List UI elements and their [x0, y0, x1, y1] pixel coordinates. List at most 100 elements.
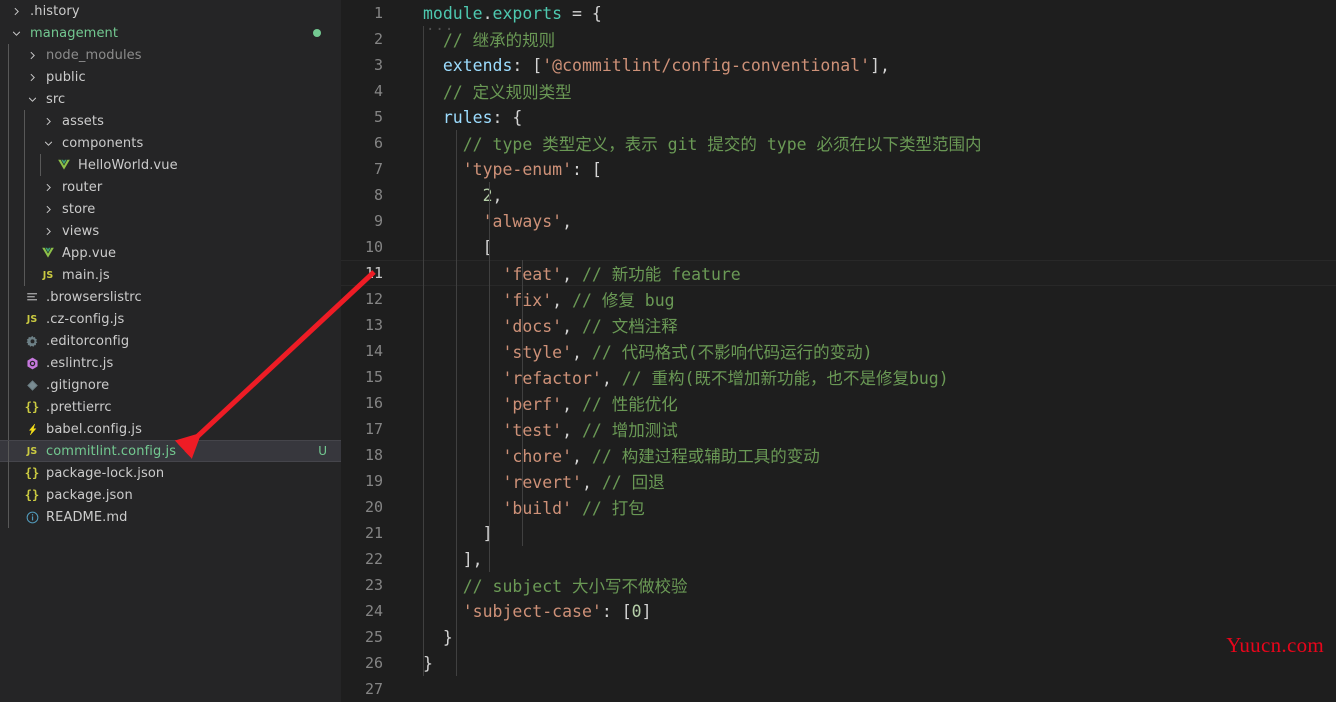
code-token: , — [552, 291, 573, 310]
tree-row-editorconfig[interactable]: .editorconfig — [0, 330, 341, 352]
code-line-8[interactable]: 8 2, — [341, 182, 1336, 208]
tree-row-main-js[interactable]: JS main.js — [0, 264, 341, 286]
tree-row-commitlint-config-js[interactable]: JS commitlint.config.js U — [0, 440, 341, 463]
code-token: , — [572, 343, 592, 362]
chevron-down-icon[interactable] — [24, 88, 40, 110]
tree-row-package-json[interactable]: {} package.json — [0, 484, 341, 506]
code-line-18[interactable]: 18 'chore', // 构建过程或辅助工具的变动 — [341, 442, 1336, 468]
chevron-right-icon[interactable] — [24, 44, 40, 66]
code-token: 'always' — [482, 211, 563, 231]
code-line-9[interactable]: 9 'always', — [341, 208, 1336, 234]
list-lines-icon — [24, 289, 40, 305]
tree-row-app-vue[interactable]: App.vue — [0, 242, 341, 264]
code-line-text: // type 类型定义，表示 git 提交的 type 必须在以下类型范围内 — [423, 131, 1336, 155]
code-content[interactable]: 1 module.exports = {2 // 继承的规则 3 extends: … — [341, 0, 1336, 702]
code-line-23[interactable]: 23 // subject 大小写不做校验 — [341, 572, 1336, 598]
indent-spacer — [0, 132, 40, 154]
tree-row-label: main.js — [62, 267, 110, 283]
code-line-11[interactable]: 11 'feat', // 新功能 feature — [341, 260, 1336, 286]
tree-row-readme-md[interactable]: README.md — [0, 506, 341, 528]
code-line-5[interactable]: 5 rules: { — [341, 104, 1336, 130]
code-token: [ — [482, 237, 493, 257]
code-line-text: rules: { — [423, 108, 1336, 127]
code-line-6[interactable]: 6 // type 类型定义，表示 git 提交的 type 必须在以下类型范围… — [341, 130, 1336, 156]
tree-row-label: node_modules — [46, 47, 142, 63]
code-token: 'feat' — [502, 265, 563, 284]
code-line-26[interactable]: 26} — [341, 650, 1336, 676]
tree-row-helloworld-vue[interactable]: HelloWorld.vue — [0, 154, 341, 176]
code-line-7[interactable]: 7 'type-enum': [ — [341, 156, 1336, 182]
line-number: 13 — [364, 316, 383, 334]
tree-row-views[interactable]: views — [0, 220, 341, 242]
tree-row-gitignore[interactable]: .gitignore — [0, 374, 341, 396]
chevron-right-icon[interactable] — [40, 110, 56, 132]
code-line-text: extends: ['@commitlint/config-convention… — [423, 56, 1336, 75]
chevron-right-icon[interactable] — [40, 198, 56, 220]
code-line-15[interactable]: 15 'refactor', // 重构(既不增加新功能，也不是修复bug) — [341, 364, 1336, 390]
chevron-right-icon[interactable] — [40, 176, 56, 198]
code-line-text: ] — [423, 524, 1336, 543]
tree-row-router[interactable]: router — [0, 176, 341, 198]
code-token: } — [442, 627, 453, 647]
code-line-3[interactable]: 3 extends: ['@commitlint/config-conventi… — [341, 52, 1336, 78]
tree-row-browserslistrc[interactable]: .browserslistrc — [0, 286, 341, 308]
code-token: // 定义规则类型 — [442, 83, 572, 102]
code-line-10[interactable]: 10 [ — [341, 234, 1336, 260]
code-token: . — [482, 3, 493, 23]
tree-row-assets[interactable]: assets — [0, 110, 341, 132]
code-token: 'docs' — [502, 317, 563, 336]
code-line-20[interactable]: 20 'build' // 打包 — [341, 494, 1336, 520]
tree-row-management[interactable]: management — [0, 22, 341, 44]
chevron-right-icon[interactable] — [8, 0, 24, 22]
code-line-21[interactable]: 21 ] — [341, 520, 1336, 546]
code-line-1[interactable]: 1 module.exports = { — [341, 0, 1336, 26]
tree-row-eslintrc-js[interactable]: .eslintrc.js — [0, 352, 341, 374]
info-circle-icon — [24, 509, 40, 525]
code-line-27[interactable]: 27 — [341, 676, 1336, 702]
code-line-25[interactable]: 25 } — [341, 624, 1336, 650]
code-token: : — [492, 107, 503, 127]
code-token: : — [601, 601, 612, 621]
chevron-down-icon[interactable] — [8, 22, 24, 44]
code-line-13[interactable]: 13 'docs', // 文档注释 — [341, 312, 1336, 338]
code-line-12[interactable]: 12 'fix', // 修复 bug — [341, 286, 1336, 312]
code-line-22[interactable]: 22 ], — [341, 546, 1336, 572]
code-line-2[interactable]: 2 // 继承的规则 — [341, 26, 1336, 52]
code-line-text: // 继承的规则 — [423, 27, 1336, 51]
chevron-right-icon[interactable] — [24, 66, 40, 88]
code-line-17[interactable]: 17 'test', // 增加测试 — [341, 416, 1336, 442]
code-token: // 继承的规则 — [442, 31, 556, 50]
tree-row-public[interactable]: public — [0, 66, 341, 88]
code-line-16[interactable]: 16 'perf', // 性能优化 — [341, 390, 1336, 416]
chevron-right-icon[interactable] — [40, 220, 56, 242]
tree-row-label: README.md — [46, 509, 128, 525]
code-line-19[interactable]: 19 'revert', // 回退 — [341, 468, 1336, 494]
tree-row-package-lock-json[interactable]: {} package-lock.json — [0, 462, 341, 484]
code-line-4[interactable]: 4 // 定义规则类型 — [341, 78, 1336, 104]
js-icon: JS — [42, 269, 54, 281]
code-token: 'fix' — [502, 291, 553, 310]
tree-row-store[interactable]: store — [0, 198, 341, 220]
code-token: 'build' — [502, 499, 573, 518]
tree-row-src[interactable]: src — [0, 88, 341, 110]
tree-row-cz-config-js[interactable]: JS .cz-config.js — [0, 308, 341, 330]
chevron-down-icon[interactable] — [40, 132, 56, 154]
tree-row-label: .browserslistrc — [46, 289, 142, 305]
tree-row-node-modules[interactable]: node_modules — [0, 44, 341, 66]
tree-row-components[interactable]: components — [0, 132, 341, 154]
tree-row-babel-config-js[interactable]: babel.config.js — [0, 418, 341, 440]
code-line-14[interactable]: 14 'style', // 代码格式(不影响代码运行的变动) — [341, 338, 1336, 364]
code-token: // 代码格式(不影响代码运行的变动) — [591, 343, 873, 362]
editor-pane[interactable]: 1 module.exports = {2 // 继承的规则 3 extends: … — [341, 0, 1336, 702]
indent-spacer — [0, 88, 24, 110]
code-line-text: ], — [423, 550, 1336, 569]
tree-row-prettierrc[interactable]: {} .prettierrc — [0, 396, 341, 418]
tree-row-history[interactable]: .history — [0, 0, 341, 22]
code-line-24[interactable]: 24 'subject-case': [0] — [341, 598, 1336, 624]
